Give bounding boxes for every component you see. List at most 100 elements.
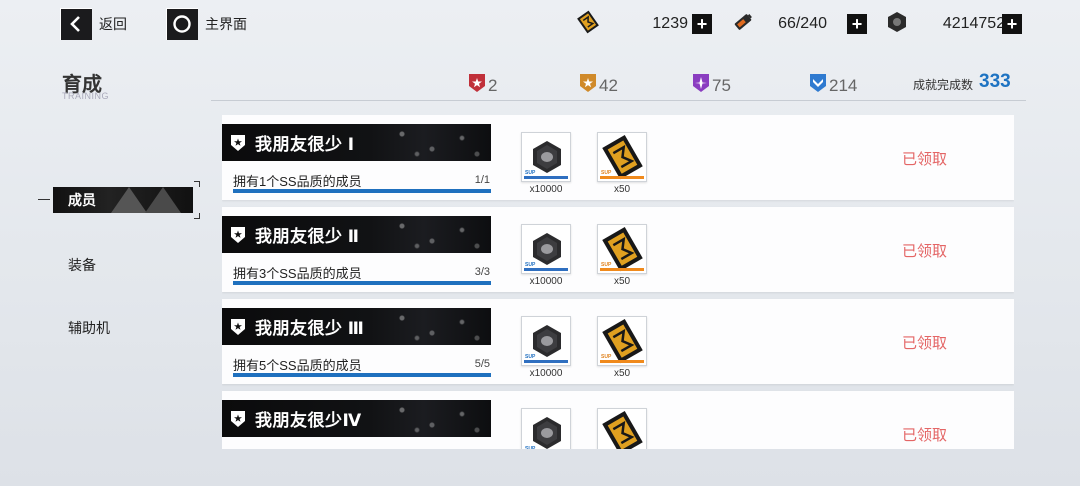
stat-purple-value: 75 [712,75,731,95]
achievement-banner: 我朋友很少 Ⅱ [222,216,491,253]
rarity-bar [524,360,568,363]
decor-triangle [111,187,147,213]
blue-rank-icon [809,73,827,98]
achievement-title: 我朋友很少 Ⅲ [255,319,365,338]
resource-energy: 66/240 [731,12,827,36]
reward-quantity: x10000 [529,184,563,195]
reward-quantity: x10000 [529,368,563,379]
sidebar-item-label: 成员 [68,192,96,208]
sidebar-item-support-unit[interactable]: 辅助机 [68,318,110,338]
achievement-banner: 我朋友很少 Ⅲ [222,308,491,345]
progress-text: 5/5 [474,358,490,370]
back-label: 返回 [99,16,127,32]
progress-text: 1/1 [474,174,490,186]
reward-nut[interactable]: SUP [521,408,571,449]
progress-text: 3/3 [474,266,490,278]
bronze-rank-icon [579,73,597,98]
stat-red-value: 2 [488,75,498,95]
achievement-description: 拥有3个SS品质的成员 [233,266,362,281]
completion-label: 成就完成数 [913,78,974,92]
back-arrow-icon [60,8,92,40]
hex-nut-icon [533,417,561,449]
shield-icon [231,226,245,243]
claimed-status: 已领取 [902,335,948,352]
claimed-status: 已领取 [902,151,948,168]
progress-bar [233,373,491,377]
add-ticket-button[interactable]: + [692,14,712,34]
rarity-bar [524,268,568,271]
achievement-card: 我朋友很少 Ⅱ 拥有3个SS品质的成员 3/3 SUP x10000 SUP x… [222,207,1014,292]
reward-ticket[interactable]: SUP [597,132,647,182]
shield-icon [231,318,245,335]
home-button[interactable]: 主界面 [166,8,247,40]
achievement-title: 我朋友很少 Ⅰ [255,135,355,154]
sidebar-item-label: 装备 [68,257,96,273]
rarity-bar [600,360,644,363]
achievement-card: 我朋友很少 Ⅲ 拥有5个SS品质的成员 5/5 SUP x10000 SUP x… [222,299,1014,384]
reward-quantity: x50 [613,276,631,287]
reward-nut[interactable]: SUP [521,224,571,274]
selection-bracket [194,181,200,187]
page-subtitle: TRAINING [62,91,110,101]
achievement-list[interactable]: 我朋友很少 Ⅰ 拥有1个SS品质的成员 1/1 SUP x10000 SUP x… [222,115,1014,449]
rarity-bar [600,176,644,179]
add-nut-button[interactable]: + [1002,14,1022,34]
reward-ticket[interactable] [597,408,647,449]
stat-blue: 214 [809,73,857,98]
selection-bracket [194,213,200,219]
achievement-title: 我朋友很少Ⅳ [255,411,362,430]
home-label: 主界面 [205,16,247,32]
stat-red: 2 [468,73,497,98]
ticket-count: 1239 [652,15,688,32]
claimed-status: 已领取 [902,427,948,444]
progress-fill [233,281,491,285]
resource-nuts: 42147523 [886,11,1014,38]
divider [211,100,1026,101]
battery-icon [731,10,755,39]
decor-triangle [145,187,181,213]
shield-icon [231,410,245,427]
progress-fill [233,373,491,377]
red-rank-icon [468,73,486,98]
achievement-card: 我朋友很少Ⅳ SUP 已领取 [222,391,1014,449]
hex-nut-icon [886,11,908,38]
purple-rank-icon [692,73,710,98]
resource-ticket: 1239 [576,10,688,39]
rarity-bar [600,268,644,271]
progress-fill [233,189,491,193]
back-button[interactable]: 返回 [60,8,127,40]
add-energy-button[interactable]: + [847,14,867,34]
stat-bronze-value: 42 [599,75,618,95]
reward-ticket[interactable]: SUP [597,316,647,366]
reward-nut[interactable]: SUP [521,132,571,182]
achievement-banner: 我朋友很少 Ⅰ [222,124,491,161]
achievement-banner: 我朋友很少Ⅳ [222,400,491,437]
progress-bar [233,281,491,285]
ticket-icon [576,10,600,39]
reward-quantity: x50 [613,368,631,379]
home-circle-icon [166,8,198,40]
achievement-description: 拥有1个SS品质的成员 [233,174,362,189]
sidebar-item-members[interactable]: 成员 [53,187,193,213]
achievement-title: 我朋友很少 Ⅱ [255,227,360,246]
sidebar-item-label: 辅助机 [68,320,110,336]
completion-value: 333 [979,71,1011,92]
reward-quantity: x10000 [529,276,563,287]
stat-bronze: 42 [579,73,618,98]
achievement-card: 我朋友很少 Ⅰ 拥有1个SS品质的成员 1/1 SUP x10000 SUP x… [222,115,1014,200]
claimed-status: 已领取 [902,243,948,260]
ticket-icon [602,411,643,449]
rarity-bar [524,176,568,179]
energy-count: 66/240 [778,15,827,32]
nut-count: 42147523 [942,15,1014,32]
active-indicator-line [38,199,50,200]
stat-purple: 75 [692,73,731,98]
reward-nut[interactable]: SUP [521,316,571,366]
achievement-description: 拥有5个SS品质的成员 [233,358,362,373]
shield-icon [231,134,245,151]
rarity-text: SUP [525,446,536,449]
stat-blue-value: 214 [829,75,858,95]
reward-ticket[interactable]: SUP [597,224,647,274]
sidebar-item-equipment[interactable]: 装备 [68,255,96,275]
progress-bar [233,189,491,193]
